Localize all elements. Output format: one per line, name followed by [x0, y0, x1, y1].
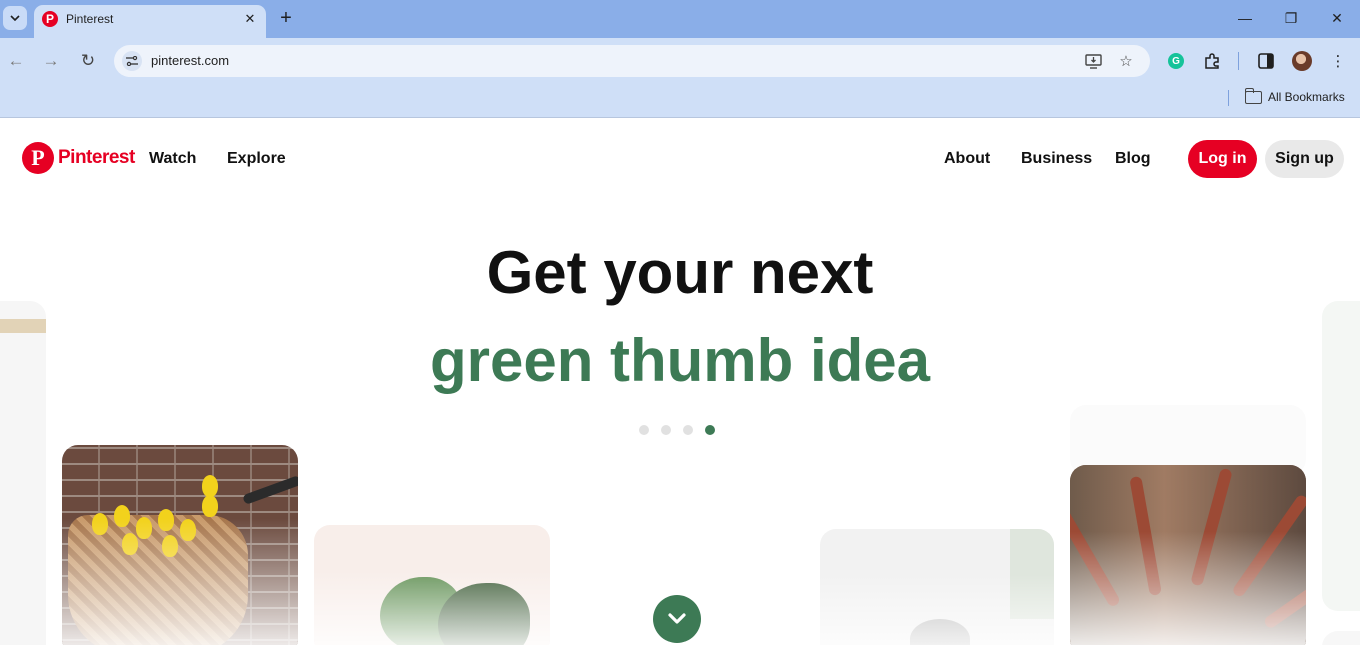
- kebab-menu-icon[interactable]: ⋮: [1328, 51, 1348, 71]
- browser-toolbar: ← → ↻ pinterest.com ☆ G ⋮: [0, 38, 1360, 84]
- install-app-icon[interactable]: [1084, 52, 1102, 70]
- close-window-icon[interactable]: ✕: [1325, 8, 1349, 28]
- pin-image-white-wall[interactable]: [820, 529, 1054, 645]
- carousel-dot[interactable]: [639, 425, 649, 435]
- tab-strip: P Pinterest ✕ + — ❐ ✕: [0, 0, 1360, 38]
- close-icon[interactable]: ✕: [242, 11, 258, 27]
- back-icon[interactable]: ←: [5, 50, 27, 72]
- pinterest-page: P Pinterest Watch Explore About Business…: [0, 119, 1360, 645]
- pin-image[interactable]: [1322, 301, 1360, 611]
- carousel-dot[interactable]: [683, 425, 693, 435]
- carousel-dot-active[interactable]: [705, 425, 715, 435]
- plus-icon[interactable]: +: [276, 8, 296, 28]
- logo-text: Pinterest: [58, 147, 135, 168]
- pinterest-favicon: P: [42, 11, 58, 27]
- login-button[interactable]: Log in: [1188, 140, 1257, 178]
- hero-headline: Get your next: [486, 239, 874, 306]
- nav-explore[interactable]: Explore: [227, 150, 286, 168]
- folder-icon: [1244, 87, 1262, 104]
- forward-icon[interactable]: →: [40, 50, 62, 72]
- pin-fade: [62, 445, 298, 645]
- pin-image[interactable]: [1322, 631, 1360, 645]
- pin-image[interactable]: [0, 301, 46, 645]
- star-icon[interactable]: ☆: [1117, 52, 1135, 70]
- restore-icon[interactable]: ❐: [1279, 8, 1303, 28]
- site-info-icon[interactable]: [122, 51, 142, 71]
- address-bar[interactable]: pinterest.com ☆: [114, 45, 1150, 77]
- pinterest-logo-icon: P: [22, 142, 54, 174]
- pin-image-aloe[interactable]: [1070, 465, 1306, 645]
- grammarly-icon[interactable]: G: [1168, 53, 1184, 69]
- avatar[interactable]: [1292, 51, 1312, 71]
- all-bookmarks-label: All Bookmarks: [1268, 90, 1345, 104]
- bookmarks-bar: All Bookmarks: [0, 84, 1360, 118]
- pin-fade: [314, 525, 550, 645]
- pinterest-logo[interactable]: P Pinterest: [22, 142, 135, 174]
- reload-icon[interactable]: ↻: [77, 50, 99, 72]
- nav-about[interactable]: About: [944, 150, 990, 168]
- tab-search-icon[interactable]: [3, 6, 27, 30]
- tab-title: Pinterest: [66, 12, 114, 26]
- minimize-icon[interactable]: —: [1233, 8, 1257, 28]
- pin-image-tulip-basket[interactable]: [62, 445, 298, 645]
- pin-shelf: [0, 319, 46, 333]
- nav-watch[interactable]: Watch: [149, 150, 196, 168]
- all-bookmarks-button[interactable]: All Bookmarks: [1244, 87, 1345, 104]
- side-panel-icon[interactable]: [1256, 51, 1276, 71]
- nav-business[interactable]: Business: [1021, 150, 1092, 168]
- pin-fade: [820, 529, 1054, 645]
- hero-subheadline: green thumb idea: [429, 327, 931, 394]
- chevron-down-icon: [668, 613, 686, 624]
- signup-button[interactable]: Sign up: [1265, 140, 1344, 178]
- pin-fade: [1070, 465, 1306, 645]
- scroll-down-button[interactable]: [653, 595, 701, 643]
- pin-image-monstera[interactable]: [314, 525, 550, 645]
- extensions-icon[interactable]: [1202, 51, 1222, 71]
- url-text: pinterest.com: [151, 53, 230, 68]
- toolbar-divider: [1238, 52, 1239, 70]
- nav-blog[interactable]: Blog: [1115, 150, 1151, 168]
- carousel-dot[interactable]: [661, 425, 671, 435]
- bookmarks-divider: [1228, 90, 1229, 106]
- browser-tab[interactable]: P Pinterest ✕: [34, 5, 266, 38]
- carousel-dots: [639, 425, 715, 435]
